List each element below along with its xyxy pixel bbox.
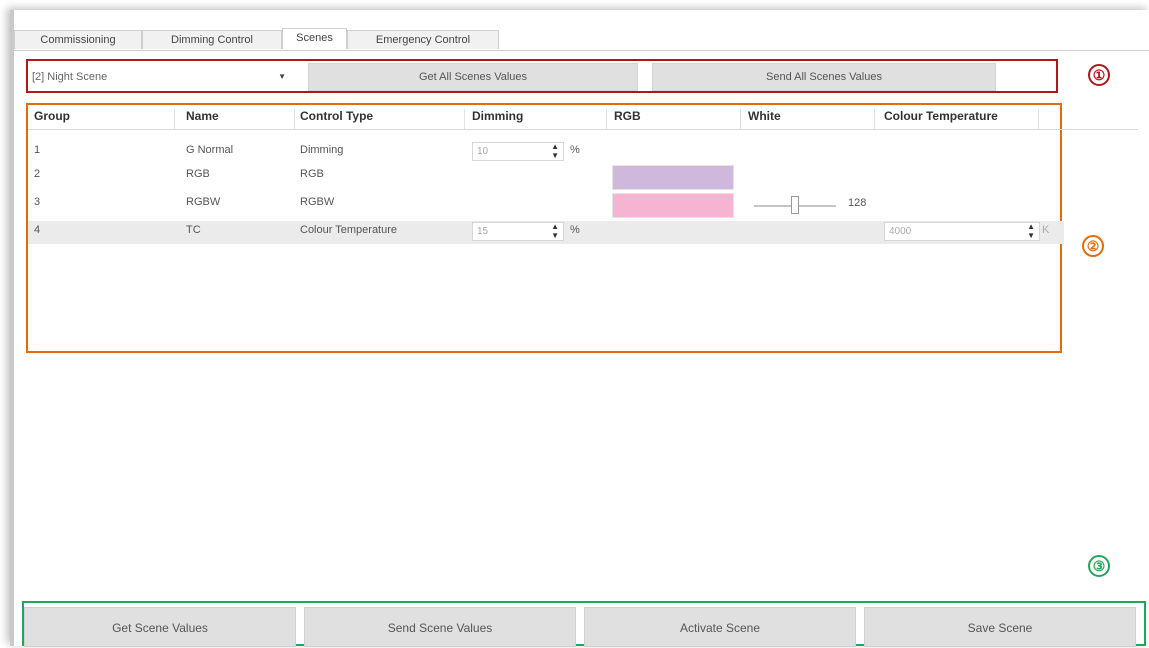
- tab-bar: Commissioning Dimming Control Scenes Eme…: [14, 28, 1149, 51]
- group-cell: 2: [34, 168, 41, 180]
- control-type-cell: Dimming: [300, 144, 344, 156]
- dimming-unit: %: [570, 144, 580, 156]
- scene-table: Group Name Control Type Dimming RGB Whit…: [26, 103, 1138, 353]
- control-type-cell: RGB: [300, 168, 324, 180]
- white-slider-thumb[interactable]: [791, 196, 799, 214]
- colour-temperature-spinner[interactable]: 4000 ▲ ▼: [884, 222, 1040, 241]
- rgbw-color-swatch[interactable]: [612, 193, 734, 218]
- column-header-group: Group: [34, 109, 70, 123]
- send-scene-values-button[interactable]: Send Scene Values: [304, 607, 576, 647]
- save-scene-button[interactable]: Save Scene: [864, 607, 1136, 647]
- annotation-2-badge: ②: [1082, 235, 1104, 257]
- column-separator: [174, 109, 175, 129]
- colour-temperature-unit: K: [1042, 224, 1050, 236]
- group-cell: 4: [34, 224, 41, 236]
- annotation-1-badge: ①: [1088, 64, 1110, 86]
- tab-scenes[interactable]: Scenes: [282, 28, 347, 49]
- white-value: 128: [848, 197, 867, 209]
- column-separator: [1038, 109, 1039, 129]
- dimming-value: 10: [477, 146, 489, 157]
- table-row[interactable]: 1 G Normal Dimming 10 ▲ ▼ %: [28, 141, 1064, 163]
- tab-dimming-control[interactable]: Dimming Control: [142, 30, 282, 49]
- window-left-edge: [10, 10, 14, 646]
- table-row[interactable]: 3 RGBW RGBW 128: [28, 193, 1064, 218]
- name-cell: G Normal: [186, 144, 234, 156]
- header-divider: [28, 129, 1138, 130]
- column-header-colour-temperature: Colour Temperature: [884, 109, 998, 123]
- column-separator: [294, 109, 295, 129]
- dimming-unit: %: [570, 224, 580, 236]
- colour-temperature-value: 4000: [889, 226, 912, 237]
- dimming-value: 15: [477, 226, 489, 237]
- spinner-arrows-icon[interactable]: ▲ ▼: [551, 142, 559, 160]
- get-all-scenes-values-button[interactable]: Get All Scenes Values: [308, 63, 638, 91]
- column-header-control-type: Control Type: [300, 109, 374, 123]
- column-header-white: White: [748, 109, 781, 123]
- table-row[interactable]: 2 RGB RGB: [28, 165, 1064, 190]
- dimming-spinner[interactable]: 10 ▲ ▼: [472, 142, 564, 161]
- table-row-selected[interactable]: 4 TC Colour Temperature 15 ▲ ▼ % 4000 ▲ ▼ …: [28, 221, 1064, 244]
- scene-actions: Get Scene Values Send Scene Values Activ…: [22, 601, 1146, 647]
- tab-emergency-control[interactable]: Emergency Control: [347, 30, 499, 49]
- group-cell: 3: [34, 196, 41, 208]
- name-cell: TC: [186, 224, 201, 236]
- group-cell: 1: [34, 144, 41, 156]
- column-separator: [740, 109, 741, 129]
- control-type-cell: Colour Temperature: [300, 224, 398, 236]
- get-scene-values-button[interactable]: Get Scene Values: [24, 607, 296, 647]
- white-slider[interactable]: [754, 194, 836, 216]
- name-cell: RGB: [186, 168, 210, 180]
- tab-commissioning[interactable]: Commissioning: [14, 30, 142, 49]
- column-header-rgb: RGB: [614, 109, 641, 123]
- dimming-spinner[interactable]: 15 ▲ ▼: [472, 222, 564, 241]
- chevron-down-icon: ▼: [278, 72, 286, 81]
- spinner-arrows-icon[interactable]: ▲ ▼: [551, 222, 559, 240]
- control-type-cell: RGBW: [300, 196, 335, 208]
- rgb-color-swatch[interactable]: [612, 165, 734, 190]
- activate-scene-button[interactable]: Activate Scene: [584, 607, 856, 647]
- name-cell: RGBW: [186, 196, 221, 208]
- scene-select[interactable]: [2] Night Scene ▼: [28, 63, 296, 91]
- column-separator: [606, 109, 607, 129]
- send-all-scenes-values-button[interactable]: Send All Scenes Values: [652, 63, 996, 91]
- column-header-name: Name: [186, 109, 219, 123]
- spinner-arrows-icon[interactable]: ▲ ▼: [1027, 222, 1035, 240]
- column-separator: [464, 109, 465, 129]
- column-separator: [874, 109, 875, 129]
- scene-select-value: [2] Night Scene: [32, 71, 108, 83]
- scene-toolbar: [2] Night Scene ▼ Get All Scenes Values …: [26, 59, 1058, 93]
- column-header-dimming: Dimming: [472, 109, 524, 123]
- annotation-3-badge: ③: [1088, 555, 1110, 577]
